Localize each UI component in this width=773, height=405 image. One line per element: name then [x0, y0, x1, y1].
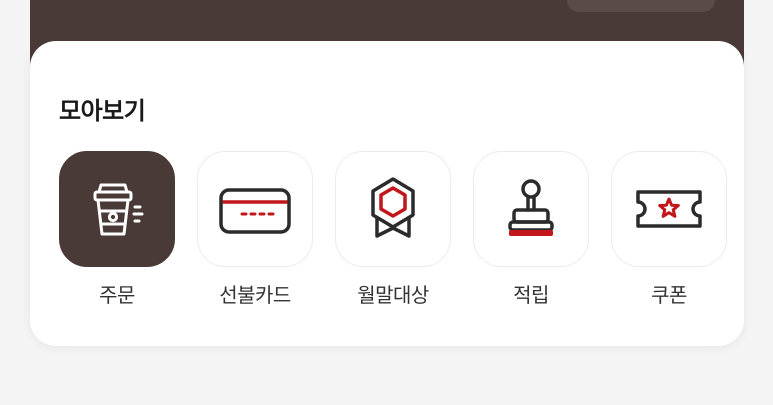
shortcut-prepaid-card-tile[interactable] — [197, 151, 313, 267]
takeout-cup-icon — [93, 183, 144, 236]
shortcut-coupon-tile[interactable] — [611, 151, 727, 267]
shortcut-prepaid-card-label: 선불카드 — [219, 283, 291, 307]
shortcut-monthly-award-tile[interactable] — [335, 151, 451, 267]
coupon-ticket-icon — [636, 190, 702, 228]
shortcut-coupon[interactable]: 쿠폰 — [611, 151, 727, 308]
shortcut-stamp[interactable]: 적립 — [473, 151, 589, 308]
shortcut-order-tile[interactable] — [59, 151, 175, 267]
shortcut-order[interactable]: 주문 — [59, 151, 175, 308]
shortcut-monthly-award-label: 월말대상 — [357, 283, 429, 307]
shortcut-stamp-tile[interactable] — [473, 151, 589, 267]
stamp-icon — [508, 179, 554, 236]
shortcut-prepaid-card[interactable]: 선불카드 — [197, 151, 313, 308]
card-icon — [219, 188, 291, 234]
shortcut-monthly-award[interactable]: 월말대상 — [335, 151, 451, 308]
shortcut-coupon-label: 쿠폰 — [651, 283, 687, 307]
shortcut-stamp-label: 적립 — [513, 283, 549, 307]
section-title: 모아보기 — [59, 97, 146, 125]
shortcut-order-label: 주문 — [99, 283, 135, 307]
quick-menu-card: 모아보기 주문 선불카드 월말대상 적립 쿠폰 — [30, 41, 744, 346]
header-pill — [567, 0, 715, 12]
medal-badge-icon — [371, 177, 415, 238]
